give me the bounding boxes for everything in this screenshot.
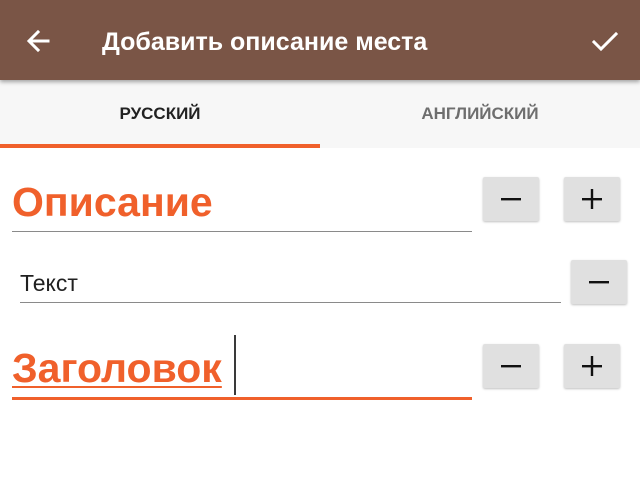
- plus-icon: [582, 189, 602, 209]
- page-title: Добавить описание места: [102, 28, 428, 56]
- heading-title-text: Заголовок: [12, 345, 222, 391]
- add-place-description-screen: Добавить описание места РУССКИЙ АНГЛИЙСК…: [0, 0, 640, 480]
- app-toolbar: Добавить описание места: [0, 0, 640, 80]
- tab-selected-indicator: [0, 144, 320, 148]
- minus-icon: [501, 365, 521, 368]
- check-icon: [591, 31, 619, 52]
- tab-english[interactable]: АНГЛИЙСКИЙ: [320, 80, 640, 148]
- tab-russian[interactable]: РУССКИЙ: [0, 80, 320, 148]
- plus-icon: [582, 356, 602, 376]
- minus-icon: [589, 281, 609, 284]
- confirm-button[interactable]: [590, 27, 620, 57]
- heading-title-underline: [12, 397, 472, 400]
- description-title-field[interactable]: Описание: [12, 176, 472, 228]
- heading-title-field[interactable]: Заголовок: [12, 342, 472, 394]
- add-after-heading-button[interactable]: [564, 344, 620, 388]
- text-item-underline: [20, 302, 561, 303]
- add-after-description-button[interactable]: [564, 177, 620, 221]
- remove-text-item-button[interactable]: [571, 260, 627, 304]
- text-item-input[interactable]: Текст: [20, 266, 560, 300]
- arrow-left-icon: [26, 29, 50, 53]
- minus-icon: [501, 198, 521, 201]
- language-tabs: РУССКИЙ АНГЛИЙСКИЙ: [0, 80, 640, 148]
- back-button[interactable]: [24, 26, 54, 56]
- text-cursor: [234, 335, 236, 395]
- description-title-underline: [12, 231, 472, 232]
- description-title-text: Описание: [12, 179, 213, 225]
- remove-heading-button[interactable]: [483, 344, 539, 388]
- remove-description-button[interactable]: [483, 177, 539, 221]
